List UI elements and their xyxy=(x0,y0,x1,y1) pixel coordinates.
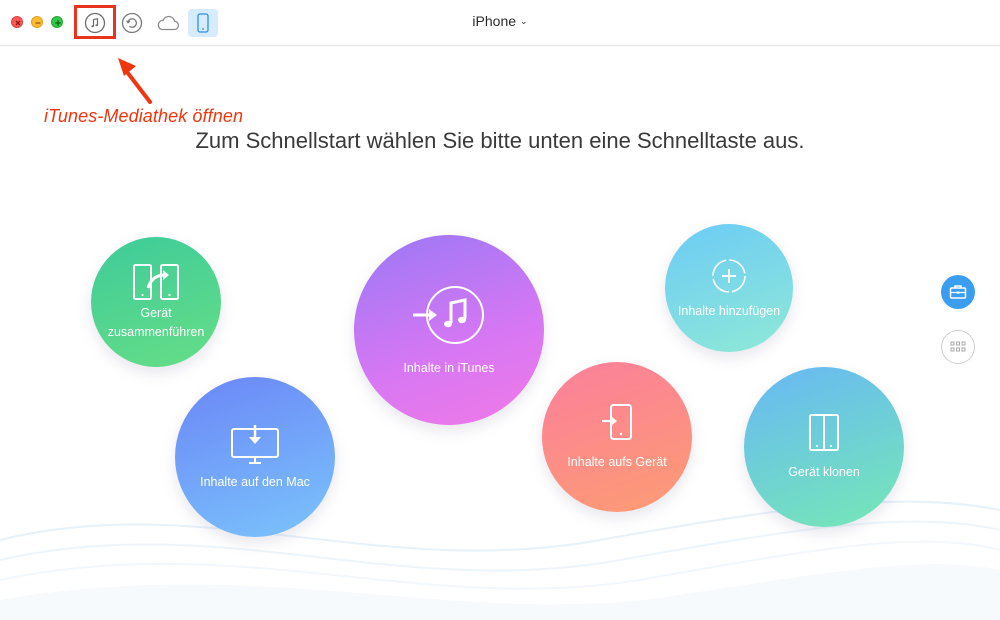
phone-icon xyxy=(197,13,209,33)
title-bar: iPhone ⌄ xyxy=(0,0,1000,46)
shortcut-content-to-device[interactable]: Inhalte aufs Gerät xyxy=(542,362,692,512)
add-circle-icon xyxy=(712,258,746,293)
clone-device-icon xyxy=(809,413,839,451)
shortcut-label: Inhalte aufs Gerät xyxy=(567,454,667,469)
restore-icon xyxy=(121,12,143,34)
window-minimize-button[interactable] xyxy=(31,16,43,28)
phone-import-icon xyxy=(602,403,632,440)
monitor-download-icon xyxy=(231,424,279,464)
grid-icon xyxy=(950,341,966,352)
device-button[interactable] xyxy=(188,9,218,37)
shortcut-label: Inhalte hinzufügen xyxy=(677,303,781,318)
device-selector[interactable]: iPhone ⌄ xyxy=(440,13,560,29)
shortcut-label: Gerät klonen xyxy=(788,464,860,479)
maximize-icon xyxy=(55,20,61,26)
highlight-box xyxy=(74,5,116,39)
itunes-transfer-icon xyxy=(413,285,484,344)
toolbox-icon xyxy=(949,285,967,299)
toolbox-button[interactable] xyxy=(941,275,975,309)
device-name: iPhone xyxy=(472,13,517,29)
shortcut-merge-device[interactable]: Gerät zusammenführen xyxy=(91,237,221,367)
merge-devices-icon xyxy=(133,264,179,300)
cloud-icon xyxy=(157,15,180,31)
icloud-button[interactable] xyxy=(153,9,183,37)
shortcut-content-to-itunes[interactable]: Inhalte in iTunes xyxy=(354,235,544,425)
annotation-arrow-icon xyxy=(118,58,152,104)
minimize-icon xyxy=(35,22,41,24)
shortcut-content-to-mac[interactable]: Inhalte auf den Mac xyxy=(175,377,335,537)
apps-grid-button[interactable] xyxy=(941,330,975,364)
shortcut-label: Inhalte auf den Mac xyxy=(200,474,310,489)
shortcut-add-content[interactable]: Inhalte hinzufügen xyxy=(665,224,793,352)
window-close-button[interactable] xyxy=(11,16,23,28)
shortcut-label: Inhalte in iTunes xyxy=(403,360,495,375)
chevron-down-icon: ⌄ xyxy=(520,16,528,26)
close-icon xyxy=(15,20,21,26)
shortcut-label: Gerät zusammenführen xyxy=(107,306,205,339)
backup-button[interactable] xyxy=(117,9,147,37)
app-window: iPhone ⌄ iTunes-Mediathek öffnen Zum Schn… xyxy=(0,0,1000,620)
page-headline: Zum Schnellstart wählen Sie bitte unten … xyxy=(195,128,805,153)
shortcut-clone-device[interactable]: Gerät klonen xyxy=(744,367,904,527)
window-maximize-button[interactable] xyxy=(51,16,63,28)
annotation-label: iTunes-Mediathek öffnen xyxy=(44,106,244,126)
